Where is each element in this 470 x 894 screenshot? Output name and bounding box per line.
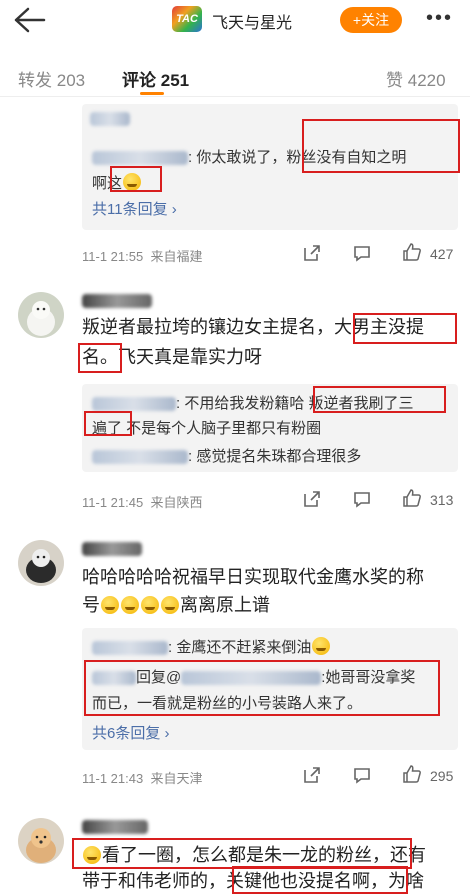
comment-text: 哈哈哈哈哈祝福早日实现取代金鹰水奖的称: [82, 567, 424, 587]
avatar[interactable]: [18, 540, 64, 586]
tab-reposts[interactable]: 转发 203: [18, 66, 85, 91]
follow-button[interactable]: +关注: [340, 7, 402, 33]
highlight-box: [353, 313, 457, 344]
blurred-username: [92, 641, 168, 656]
comment-time: 11-1 21:45: [82, 495, 144, 510]
comment-location: 来自陕西: [150, 495, 203, 510]
highlight-box: [72, 838, 412, 869]
avatar[interactable]: [18, 292, 64, 338]
blurred-username: [92, 397, 176, 412]
comment-meta: 11-1 21:55 来自福建: [82, 246, 202, 265]
like-count: 295: [430, 768, 454, 784]
comment-icon[interactable]: [352, 765, 372, 785]
tab-bar: 转发 203 评论 251 赞 4220: [0, 58, 470, 98]
like-count: 313: [430, 492, 454, 508]
crying-emoji-icon: [161, 596, 179, 614]
account-name[interactable]: 飞天与星光: [212, 9, 292, 33]
comment-time: 11-1 21:55: [82, 249, 144, 264]
reply-text: : 金鹰还不赶紧来倒油: [168, 639, 312, 656]
tab-likes-count: 4220: [407, 71, 446, 90]
highlight-box: [78, 343, 122, 373]
comment-icon[interactable]: [352, 243, 372, 263]
blurred-username[interactable]: [82, 820, 148, 834]
tab-reposts-label: 转发: [18, 71, 52, 90]
more-replies-link[interactable]: 共6条回复 ›: [92, 722, 170, 743]
highlight-box: [232, 866, 408, 894]
reply-text: : 感觉提名朱珠都合理很多: [188, 448, 362, 465]
like-icon[interactable]: [402, 242, 422, 262]
avatar[interactable]: [18, 818, 64, 864]
comment-meta: 11-1 21:45 来自陕西: [82, 492, 202, 511]
like-icon[interactable]: [402, 488, 422, 508]
tab-likes[interactable]: 赞 4220: [386, 66, 446, 91]
comment-text-cont: 号 离离原上谱: [82, 590, 270, 620]
blurred-username[interactable]: [82, 294, 152, 308]
blurred-name: [90, 112, 130, 126]
highlight-box: [84, 660, 440, 716]
highlight-box: [84, 411, 132, 436]
highlight-box: [313, 386, 446, 413]
reply-line[interactable]: : 感觉提名朱珠都合理很多: [92, 445, 361, 466]
like-count: 427: [430, 246, 454, 262]
tab-comments-count: 251: [160, 71, 190, 90]
like-icon[interactable]: [402, 764, 422, 784]
share-icon[interactable]: [302, 765, 322, 785]
share-icon[interactable]: [302, 489, 322, 509]
reply-line[interactable]: : 金鹰还不赶紧来倒油: [92, 636, 331, 657]
more-replies-link[interactable]: 共11条回复 ›: [92, 198, 177, 219]
tab-comments[interactable]: 评论 251: [122, 66, 189, 91]
comment-meta: 11-1 21:43 来自天津: [82, 768, 202, 787]
tab-reposts-count: 203: [56, 71, 86, 90]
highlight-box: [302, 119, 460, 173]
more-icon[interactable]: •••: [426, 8, 453, 28]
comment-icon[interactable]: [352, 489, 372, 509]
tab-likes-label: 赞: [386, 71, 403, 90]
crying-laugh-emoji-icon: [101, 596, 119, 614]
top-bar: TAC 飞天与星光 +关注 •••: [0, 0, 470, 40]
tab-comments-label: 评论: [122, 71, 156, 90]
blurred-username[interactable]: [82, 542, 142, 556]
back-arrow-icon[interactable]: [12, 6, 46, 34]
active-tab-indicator: [140, 92, 164, 95]
crying-laugh-emoji-icon: [141, 596, 159, 614]
comment-time: 11-1 21:43: [82, 771, 144, 786]
highlight-box: [110, 166, 162, 192]
blurred-username: [92, 151, 188, 166]
account-logo[interactable]: TAC: [172, 6, 202, 32]
divider: [0, 96, 470, 97]
comment-location: 来自福建: [150, 249, 203, 264]
crying-laugh-emoji-icon: [312, 637, 331, 655]
comment-location: 来自天津: [150, 771, 203, 786]
crying-laugh-emoji-icon: [121, 596, 139, 614]
blurred-username: [92, 450, 188, 465]
comment-text-part: 离离原上谱: [180, 595, 270, 615]
share-icon[interactable]: [302, 243, 322, 263]
comment-text-part: 号: [82, 595, 100, 615]
